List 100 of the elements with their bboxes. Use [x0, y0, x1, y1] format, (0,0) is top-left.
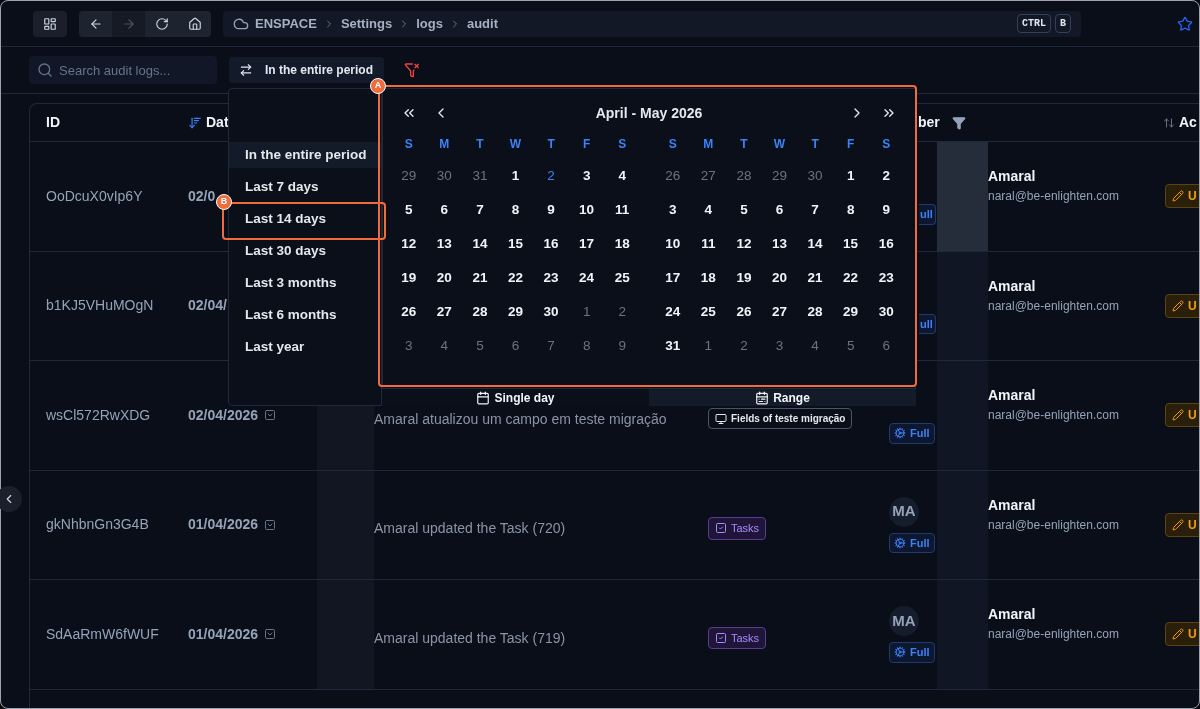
calendar-day[interactable]: 2 — [726, 329, 762, 363]
calendar-day[interactable]: 1 — [690, 329, 727, 363]
calendar-day[interactable]: 30 — [868, 295, 904, 329]
calendar-day[interactable]: 5 — [726, 193, 762, 227]
reload-button[interactable] — [145, 10, 178, 37]
calendar-day[interactable]: 19 — [726, 261, 762, 295]
calendar-day[interactable]: 7 — [462, 193, 498, 227]
calendar-day[interactable]: 17 — [655, 261, 691, 295]
calendar-day[interactable]: 31 — [462, 159, 498, 193]
calendar-day[interactable]: 13 — [761, 227, 798, 261]
calendar-day[interactable]: 3 — [655, 193, 691, 227]
calendar-day[interactable]: 13 — [426, 227, 463, 261]
calendar-day[interactable]: 21 — [797, 261, 833, 295]
calendar-day[interactable]: 6 — [426, 193, 463, 227]
calendar-day[interactable]: 2 — [533, 159, 569, 193]
mode-button[interactable]: Range — [649, 389, 916, 406]
calendar-day[interactable]: 20 — [761, 261, 798, 295]
period-option[interactable]: Last 14 days — [229, 206, 381, 232]
calendar-day[interactable]: 18 — [604, 227, 640, 261]
breadcrumb-link[interactable]: logs — [416, 13, 443, 34]
calendar-day[interactable]: 2 — [868, 159, 904, 193]
period-option[interactable]: Last 6 months — [229, 302, 381, 328]
calendar-day[interactable]: 31 — [655, 329, 691, 363]
calendar-day[interactable]: 1 — [497, 159, 534, 193]
calendar-day[interactable]: 23 — [533, 261, 569, 295]
column-header[interactable]: ber — [918, 112, 940, 133]
calendar-day[interactable]: 3 — [761, 329, 798, 363]
dropdown-icon[interactable] — [264, 518, 277, 531]
calendar-day[interactable]: 27 — [690, 159, 727, 193]
calendar-day[interactable]: 17 — [568, 227, 605, 261]
period-button[interactable]: In the entire period — [229, 57, 384, 83]
calendar-day[interactable]: 4 — [797, 329, 833, 363]
calendar-day[interactable]: 20 — [426, 261, 463, 295]
calendar-day[interactable]: 24 — [655, 295, 691, 329]
calendar-day[interactable]: 26 — [726, 295, 762, 329]
calendar-day[interactable]: 23 — [868, 261, 904, 295]
calendar-day[interactable]: 16 — [868, 227, 904, 261]
calendar-day[interactable]: 9 — [533, 193, 569, 227]
calendar-day[interactable]: 16 — [533, 227, 569, 261]
apps-button[interactable] — [33, 10, 67, 37]
calendar-day[interactable]: 5 — [391, 193, 427, 227]
calendar-day[interactable]: 27 — [426, 295, 463, 329]
calendar-day[interactable]: 5 — [832, 329, 869, 363]
calendar-day[interactable]: 8 — [832, 193, 869, 227]
column-header[interactable]: ID — [46, 112, 60, 133]
calendar-day[interactable]: 28 — [797, 295, 833, 329]
calendar-day[interactable]: 14 — [462, 227, 498, 261]
calendar-day[interactable]: 26 — [655, 159, 691, 193]
calendar-day[interactable]: 9 — [868, 193, 904, 227]
calendar-day[interactable]: 28 — [462, 295, 498, 329]
calendar-day[interactable]: 7 — [797, 193, 833, 227]
calendar-day[interactable]: 10 — [655, 227, 691, 261]
calendar-day[interactable]: 15 — [497, 227, 534, 261]
calendar-day[interactable]: 4 — [604, 159, 640, 193]
dropdown-icon[interactable] — [264, 409, 277, 422]
period-option[interactable]: Last year — [229, 334, 381, 360]
clear-filter-icon[interactable] — [404, 62, 420, 78]
calendar-day[interactable]: 10 — [568, 193, 605, 227]
calendar-day[interactable]: 18 — [690, 261, 727, 295]
calendar-day[interactable]: 14 — [797, 227, 833, 261]
calendar-day[interactable]: 15 — [832, 227, 869, 261]
calendar-day[interactable]: 28 — [726, 159, 762, 193]
calendar-day[interactable]: 21 — [462, 261, 498, 295]
calendar-day[interactable]: 6 — [868, 329, 904, 363]
calendar-day[interactable]: 30 — [797, 159, 833, 193]
column-header[interactable]: Dat — [206, 112, 229, 133]
calendar-day[interactable]: 6 — [497, 329, 534, 363]
calendar-day[interactable]: 30 — [426, 159, 463, 193]
calendar-day[interactable]: 29 — [497, 295, 534, 329]
calendar-day[interactable]: 8 — [497, 193, 534, 227]
calendar-day[interactable]: 2 — [604, 295, 640, 329]
calendar-day[interactable]: 12 — [391, 227, 427, 261]
calendar-day[interactable]: 25 — [690, 295, 727, 329]
calendar-day[interactable]: 9 — [604, 329, 640, 363]
calendar-day[interactable]: 1 — [568, 295, 605, 329]
breadcrumb-link[interactable]: ENSPACE — [255, 13, 317, 34]
calendar-day[interactable]: 29 — [391, 159, 427, 193]
calendar-day[interactable]: 11 — [690, 227, 727, 261]
period-option[interactable]: Last 3 months — [229, 270, 381, 296]
breadcrumb-link[interactable]: audit — [466, 13, 498, 34]
calendar-day[interactable]: 26 — [391, 295, 427, 329]
calendar-day[interactable]: 6 — [761, 193, 798, 227]
calendar-day[interactable]: 29 — [832, 295, 869, 329]
calendar-day[interactable]: 22 — [832, 261, 869, 295]
calendar-day[interactable]: 3 — [568, 159, 605, 193]
calendar-day[interactable]: 29 — [761, 159, 798, 193]
calendar-day[interactable]: 1 — [832, 159, 869, 193]
calendar-day[interactable]: 4 — [690, 193, 727, 227]
period-option[interactable]: Last 30 days — [229, 238, 381, 264]
calendar-day[interactable]: 27 — [761, 295, 798, 329]
sort-icon[interactable] — [188, 115, 202, 130]
home-button[interactable] — [178, 10, 211, 37]
collapse-button[interactable] — [0, 486, 22, 512]
calendar-day[interactable]: 8 — [568, 329, 605, 363]
calendar-day[interactable]: 7 — [533, 329, 569, 363]
filter-icon[interactable] — [951, 115, 966, 130]
calendar-day[interactable]: 19 — [391, 261, 427, 295]
calendar-day[interactable]: 30 — [533, 295, 569, 329]
column-header[interactable]: Ac — [1179, 112, 1197, 133]
calendar-day[interactable]: 3 — [391, 329, 427, 363]
